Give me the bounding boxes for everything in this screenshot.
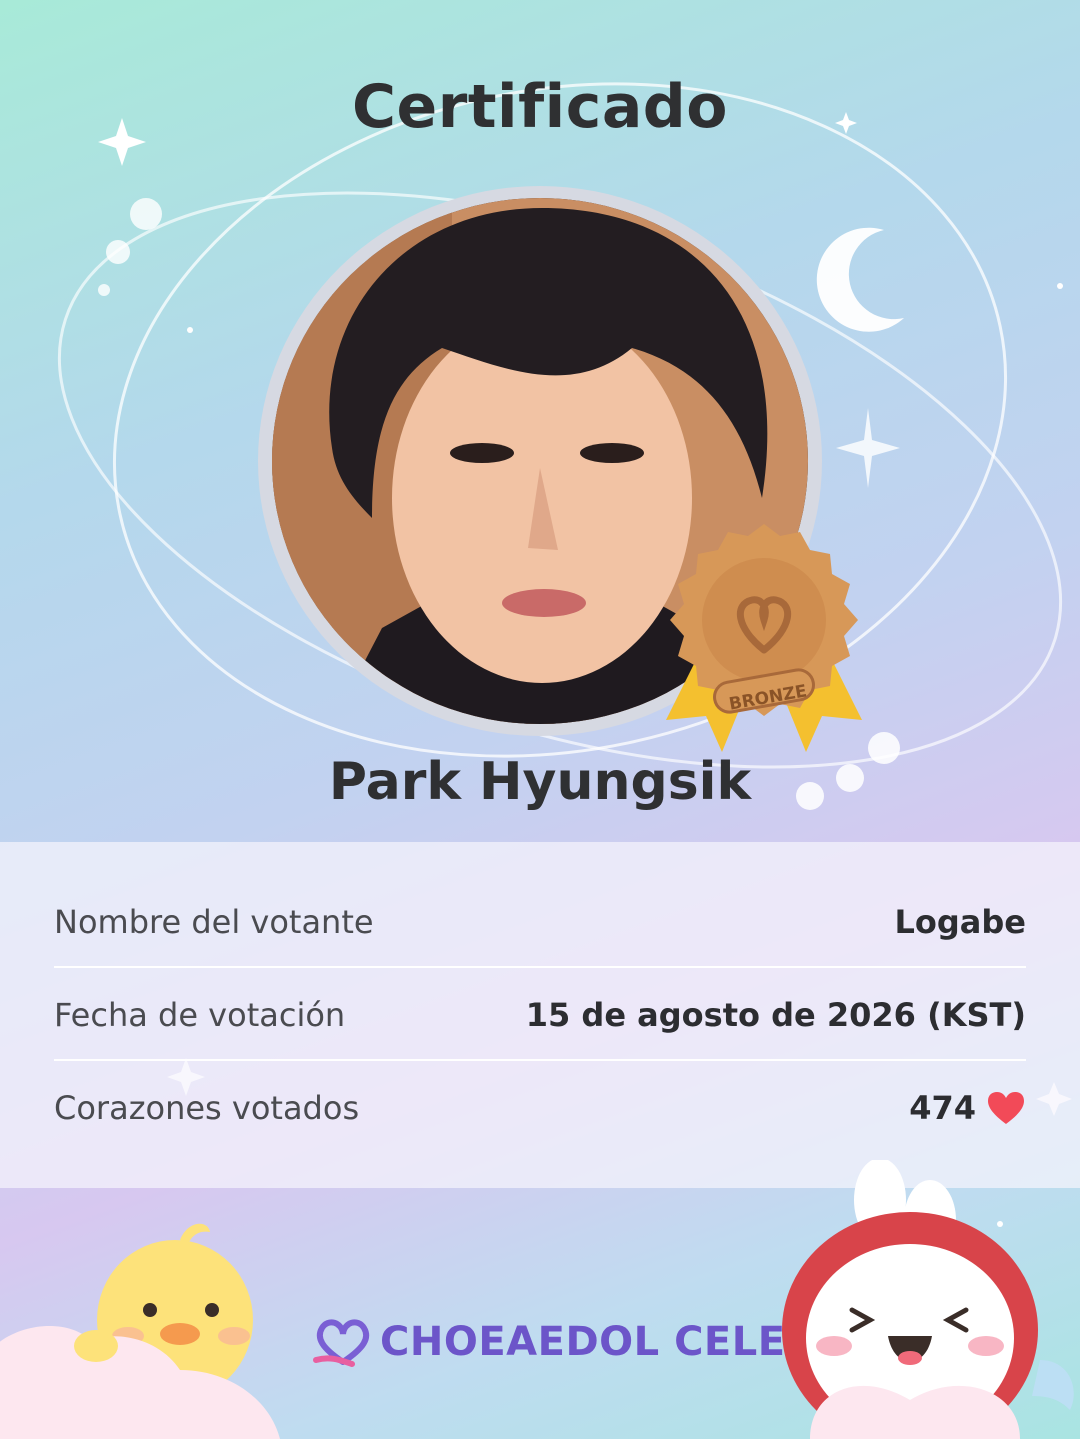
hearts-voted-value: 474	[909, 1089, 976, 1127]
hearts-voted-row: Corazones votados 474	[54, 1062, 1026, 1154]
brand-logo: CHOEAEDOL CELEB	[312, 1312, 817, 1372]
voter-name-value: Logabe	[894, 903, 1026, 941]
vote-date-label: Fecha de votación	[54, 996, 346, 1034]
voter-name-label: Nombre del votante	[54, 903, 374, 941]
row-divider	[54, 1059, 1026, 1061]
vote-date-value: 15 de agosto de 2026 (KST)	[525, 996, 1026, 1034]
brand-name: CHOEAEDOL CELEB	[380, 1319, 817, 1365]
certificate-title: Certificado	[352, 72, 728, 142]
hearts-voted-value-group: 474	[909, 1089, 1026, 1127]
chick-mascot-illustration	[0, 1223, 280, 1439]
vote-date-row: Fecha de votación 15 de agosto de 2026 (…	[54, 969, 1026, 1061]
voter-name-row: Nombre del votante Logabe	[54, 876, 1026, 968]
heart-loop-logo-icon	[313, 1319, 370, 1367]
row-divider	[54, 966, 1026, 968]
bunny-mascot-illustration	[782, 1160, 1074, 1439]
hearts-voted-label: Corazones votados	[54, 1089, 360, 1127]
celebrity-name: Park Hyungsik	[328, 752, 752, 812]
bronze-medal-badge	[656, 520, 872, 756]
heart-icon	[988, 1092, 1024, 1124]
